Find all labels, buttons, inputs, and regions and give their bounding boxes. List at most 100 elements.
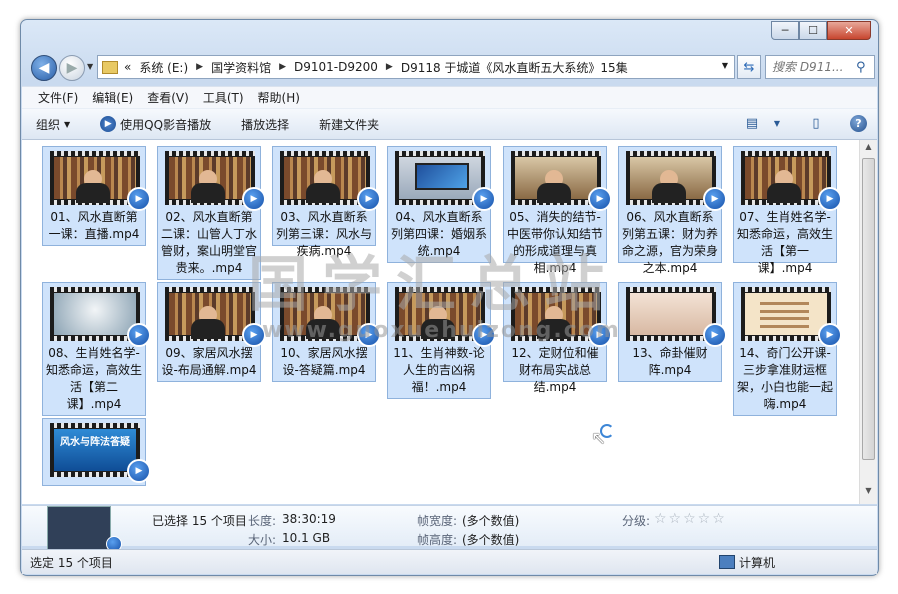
scroll-up-icon[interactable]: ▲ xyxy=(860,142,877,158)
play-with-qq-button[interactable]: ▶ 使用QQ影音播放 xyxy=(100,116,211,133)
file-name: 02、风水直断第二课：山管人丁水管财，案山明堂官贵来。.mp4 xyxy=(160,210,257,275)
qq-video-icon: ▶ xyxy=(472,187,496,211)
file-name: 10、家居风水摆设-答疑篇.mp4 xyxy=(280,346,368,377)
file-item[interactable]: ▶ 03、风水直断系列第三课：风水与疾病.mp4 xyxy=(272,146,381,258)
address-dropdown-icon[interactable]: ▼ xyxy=(722,61,728,70)
close-button[interactable]: ✕ xyxy=(827,21,871,40)
chevron-down-icon: ▼ xyxy=(64,119,71,129)
qq-video-icon: ▶ xyxy=(472,323,496,347)
scroll-down-icon[interactable]: ▼ xyxy=(860,486,877,502)
qq-video-icon: ▶ xyxy=(242,187,266,211)
breadcrumb-drive[interactable]: 系统 (E:) xyxy=(139,59,188,76)
computer-icon xyxy=(719,555,735,569)
scrollbar-thumb[interactable] xyxy=(862,158,875,460)
refresh-icon: ⇆ xyxy=(743,59,755,75)
selected-count: 已选择 15 个项目 xyxy=(152,514,247,528)
qq-player-icon: ▶ xyxy=(100,116,117,132)
menu-view[interactable]: 查看(V) xyxy=(147,89,189,106)
breadcrumb-overflow[interactable]: « xyxy=(124,60,131,74)
back-button[interactable]: ◀ xyxy=(31,55,57,81)
length-value: 38:30:19 xyxy=(282,512,336,526)
qq-video-icon: ▶ xyxy=(818,323,842,347)
qq-video-icon: ▶ xyxy=(588,323,612,347)
file-item[interactable]: ▶ 02、风水直断第二课：山管人丁水管财，案山明堂官贵来。.mp4 xyxy=(157,146,266,280)
file-name: 14、奇门公开课-三步拿准财运框架，小白也能一起嗨.mp4 xyxy=(736,346,833,411)
maximize-button[interactable]: ☐ xyxy=(799,21,827,40)
toolbar-right: ▤ ▼ ▯ ? xyxy=(742,113,867,133)
file-item[interactable]: ▶ 12、定财位和催财布局实战总结.mp4 xyxy=(503,282,612,394)
play-with-qq-label: 使用QQ影音播放 xyxy=(120,117,212,132)
details-pane: 已选择 15 个项目 长度: 38:30:19 大小: 10.1 GB 帧宽度:… xyxy=(22,505,877,552)
organize-button[interactable]: 组织 ▼ xyxy=(36,116,70,133)
file-name: 04、风水直断系列第四课：婚姻系统.mp4 xyxy=(390,210,487,258)
file-item[interactable]: ▶ 09、家居风水摆设-布局通解.mp4 xyxy=(157,282,266,382)
file-name: 08、生肖姓名学-知悉命运，高效生活【第二课】.mp4 xyxy=(45,346,142,411)
refresh-button[interactable]: ⇆ xyxy=(737,55,761,79)
arrow-left-icon: ◀ xyxy=(38,60,50,76)
qq-video-icon: ▶ xyxy=(127,323,151,347)
file-item[interactable]: ▶ 07、生肖姓名学-知悉命运，高效生活【第一课】.mp4 xyxy=(733,146,842,275)
organize-label: 组织 xyxy=(36,117,61,132)
qq-video-icon: ▶ xyxy=(818,187,842,211)
menu-tools[interactable]: 工具(T) xyxy=(203,89,244,106)
qq-video-icon: ▶ xyxy=(357,187,381,211)
rating-stars[interactable]: ☆☆☆☆☆ xyxy=(654,511,727,527)
qq-video-icon: ▶ xyxy=(703,187,727,211)
breadcrumb-separator-icon[interactable]: ▶ xyxy=(386,62,393,72)
new-folder-label: 新建文件夹 xyxy=(319,117,380,132)
address-bar[interactable]: « 系统 (E:) ▶ 国学资料馆 ▶ D9101-D9200 ▶ D9118 … xyxy=(97,55,735,79)
search-input[interactable] xyxy=(766,59,854,75)
qq-video-icon: ▶ xyxy=(127,187,151,211)
vertical-scrollbar[interactable]: ▲ ▼ xyxy=(859,140,877,504)
qq-video-icon: ▶ xyxy=(703,323,727,347)
breadcrumb-separator-icon[interactable]: ▶ xyxy=(196,62,203,72)
file-item[interactable]: ▶ 11、生肖神数-论人生的吉凶祸福！.mp4 xyxy=(387,282,496,399)
file-name: 01、风水直断第一课：直播.mp4 xyxy=(48,210,140,241)
file-item[interactable]: ▶ 06、风水直断系列第五课：财为养命之源，官为荣身之本.mp4 xyxy=(618,146,727,275)
command-toolbar: 组织 ▼ ▶ 使用QQ影音播放 播放选择 新建文件夹 ▤ ▼ ▯ ? xyxy=(22,108,877,140)
file-item[interactable]: ▶ 08、生肖姓名学-知悉命运，高效生活【第二课】.mp4 xyxy=(42,282,151,416)
status-selection: 选定 15 个项目 xyxy=(30,555,113,570)
breadcrumb-separator-icon[interactable]: ▶ xyxy=(279,62,286,72)
breadcrumb-guoxue[interactable]: 国学资料馆 xyxy=(211,59,271,76)
file-item[interactable]: ▶ 13、命卦催财阵.mp4 xyxy=(618,282,727,382)
search-icon[interactable]: ⚲ xyxy=(856,60,866,75)
file-item[interactable]: ▶ 风水与阵法答疑 xyxy=(42,418,151,486)
window-caption-buttons: ─ ☐ ✕ xyxy=(771,21,871,40)
file-name: 11、生肖神数-论人生的吉凶祸福！.mp4 xyxy=(393,346,485,394)
search-box[interactable]: ⚲ xyxy=(765,55,875,79)
menu-file[interactable]: 文件(F) xyxy=(38,89,78,106)
busy-cursor-icon xyxy=(600,424,614,438)
file-name: 09、家居风水摆设-布局通解.mp4 xyxy=(161,346,257,377)
menu-help[interactable]: 帮助(H) xyxy=(258,89,300,106)
menu-edit[interactable]: 编辑(E) xyxy=(92,89,133,106)
file-item[interactable]: ▶ 14、奇门公开课-三步拿准财运框架，小白也能一起嗨.mp4 xyxy=(733,282,842,416)
breadcrumb-range[interactable]: D9101-D9200 xyxy=(294,60,378,74)
play-selection-button[interactable]: 播放选择 xyxy=(241,116,289,133)
new-folder-button[interactable]: 新建文件夹 xyxy=(319,116,379,133)
qq-video-icon: ▶ xyxy=(127,459,151,483)
selection-thumbnail xyxy=(47,506,111,550)
file-item[interactable]: ▶ 05、消失的结节-中医带你认知结节的形成道理与真相.mp4 xyxy=(503,146,612,275)
frame-width-label: 帧宽度: xyxy=(417,514,458,528)
minimize-button[interactable]: ─ xyxy=(771,21,799,40)
recent-pages-dropdown[interactable]: ▼ xyxy=(87,62,93,71)
preview-pane-icon[interactable]: ▯ xyxy=(806,113,826,133)
help-icon[interactable]: ? xyxy=(850,114,867,132)
file-item[interactable]: ▶ 01、风水直断第一课：直播.mp4 xyxy=(42,146,151,246)
file-name: 06、风水直断系列第五课：财为养命之源，官为荣身之本.mp4 xyxy=(621,210,718,275)
view-dropdown-icon[interactable]: ▼ xyxy=(772,113,782,133)
forward-button[interactable]: ▶ xyxy=(59,55,85,81)
frame-height-value: (多个数值) xyxy=(462,533,520,547)
navigation-bar: ◀ ▶ ▼ « 系统 (E:) ▶ 国学资料馆 ▶ D9101-D9200 ▶ … xyxy=(29,54,875,82)
file-item[interactable]: ▶ 10、家居风水摆设-答疑篇.mp4 xyxy=(272,282,381,382)
qq-video-icon: ▶ xyxy=(588,187,612,211)
play-selection-label: 播放选择 xyxy=(241,117,290,132)
breadcrumb-current[interactable]: D9118 于城道《风水直断五大系统》15集 xyxy=(401,59,628,76)
size-label: 大小: xyxy=(248,533,277,547)
rating-label: 分级: xyxy=(622,514,651,528)
file-item[interactable]: ▶ 04、风水直断系列第四课：婚姻系统.mp4 xyxy=(387,146,496,263)
view-options-icon[interactable]: ▤ xyxy=(742,113,762,133)
qq-video-icon: ▶ xyxy=(242,323,266,347)
length-label: 长度: xyxy=(248,514,277,528)
